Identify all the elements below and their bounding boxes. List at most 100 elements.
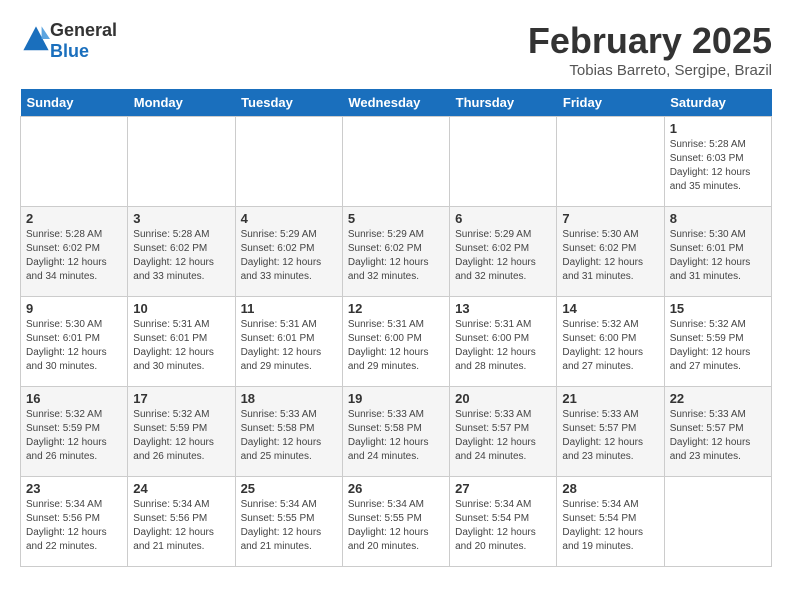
- day-info: Sunrise: 5:28 AM Sunset: 6:02 PM Dayligh…: [26, 228, 122, 284]
- day-info: Sunrise: 5:31 AM Sunset: 6:01 PM Dayligh…: [241, 318, 337, 374]
- calendar-cell: 6 Sunrise: 5:29 AM Sunset: 6:02 PM Daylig…: [450, 207, 557, 297]
- calendar-cell: 14 Sunrise: 5:32 AM Sunset: 6:00 PM Dayli…: [557, 297, 664, 387]
- day-info: Sunrise: 5:28 AM Sunset: 6:03 PM Dayligh…: [670, 138, 766, 194]
- day-number: 12: [348, 301, 444, 316]
- day-number: 27: [455, 481, 551, 496]
- calendar-cell: 17 Sunrise: 5:32 AM Sunset: 5:59 PM Dayli…: [128, 387, 235, 477]
- day-info: Sunrise: 5:34 AM Sunset: 5:55 PM Dayligh…: [348, 498, 444, 554]
- logo-icon: [22, 25, 50, 53]
- calendar-cell: 19 Sunrise: 5:33 AM Sunset: 5:58 PM Dayli…: [342, 387, 449, 477]
- calendar-cell: [21, 117, 128, 207]
- day-number: 9: [26, 301, 122, 316]
- calendar-cell: 8 Sunrise: 5:30 AM Sunset: 6:01 PM Daylig…: [664, 207, 771, 297]
- calendar-cell: 13 Sunrise: 5:31 AM Sunset: 6:00 PM Dayli…: [450, 297, 557, 387]
- title-area: February 2025 Tobias Barreto, Sergipe, B…: [528, 20, 772, 79]
- day-info: Sunrise: 5:31 AM Sunset: 6:00 PM Dayligh…: [455, 318, 551, 374]
- day-number: 26: [348, 481, 444, 496]
- calendar-table: SundayMondayTuesdayWednesdayThursdayFrid…: [20, 89, 772, 567]
- day-info: Sunrise: 5:32 AM Sunset: 5:59 PM Dayligh…: [670, 318, 766, 374]
- calendar-cell: 7 Sunrise: 5:30 AM Sunset: 6:02 PM Daylig…: [557, 207, 664, 297]
- day-number: 25: [241, 481, 337, 496]
- day-info: Sunrise: 5:34 AM Sunset: 5:54 PM Dayligh…: [562, 498, 658, 554]
- day-number: 16: [26, 391, 122, 406]
- day-number: 15: [670, 301, 766, 316]
- day-number: 6: [455, 211, 551, 226]
- weekday-header-thursday: Thursday: [450, 89, 557, 117]
- calendar-cell: [235, 117, 342, 207]
- calendar-week-row: 2Sunrise: 5:28 AM Sunset: 6:02 PM Daylig…: [21, 207, 772, 297]
- calendar-cell: 2Sunrise: 5:28 AM Sunset: 6:02 PM Daylig…: [21, 207, 128, 297]
- day-info: Sunrise: 5:29 AM Sunset: 6:02 PM Dayligh…: [241, 228, 337, 284]
- weekday-header-sunday: Sunday: [21, 89, 128, 117]
- day-number: 23: [26, 481, 122, 496]
- calendar-cell: 25 Sunrise: 5:34 AM Sunset: 5:55 PM Dayli…: [235, 477, 342, 567]
- calendar-cell: 11 Sunrise: 5:31 AM Sunset: 6:01 PM Dayli…: [235, 297, 342, 387]
- day-number: 20: [455, 391, 551, 406]
- day-number: 14: [562, 301, 658, 316]
- day-info: Sunrise: 5:33 AM Sunset: 5:57 PM Dayligh…: [455, 408, 551, 464]
- day-info: Sunrise: 5:32 AM Sunset: 5:59 PM Dayligh…: [26, 408, 122, 464]
- logo-blue: Blue: [50, 41, 117, 62]
- day-info: Sunrise: 5:33 AM Sunset: 5:58 PM Dayligh…: [348, 408, 444, 464]
- calendar-cell: 16 Sunrise: 5:32 AM Sunset: 5:59 PM Dayli…: [21, 387, 128, 477]
- calendar-cell: 18Sunrise: 5:33 AM Sunset: 5:58 PM Dayli…: [235, 387, 342, 477]
- day-info: Sunrise: 5:34 AM Sunset: 5:55 PM Dayligh…: [241, 498, 337, 554]
- calendar-cell: [342, 117, 449, 207]
- day-number: 22: [670, 391, 766, 406]
- day-info: Sunrise: 5:29 AM Sunset: 6:02 PM Dayligh…: [455, 228, 551, 284]
- calendar-cell: 23 Sunrise: 5:34 AM Sunset: 5:56 PM Dayli…: [21, 477, 128, 567]
- calendar-cell: 12Sunrise: 5:31 AM Sunset: 6:00 PM Dayli…: [342, 297, 449, 387]
- calendar-cell: [664, 477, 771, 567]
- day-info: Sunrise: 5:30 AM Sunset: 6:01 PM Dayligh…: [26, 318, 122, 374]
- calendar-cell: [128, 117, 235, 207]
- logo-general: General: [50, 20, 117, 41]
- day-info: Sunrise: 5:34 AM Sunset: 5:56 PM Dayligh…: [133, 498, 229, 554]
- weekday-header-row: SundayMondayTuesdayWednesdayThursdayFrid…: [21, 89, 772, 117]
- day-info: Sunrise: 5:33 AM Sunset: 5:58 PM Dayligh…: [241, 408, 337, 464]
- calendar-cell: 1 Sunrise: 5:28 AM Sunset: 6:03 PM Daylig…: [664, 117, 771, 207]
- month-year: February 2025: [528, 20, 772, 62]
- day-number: 13: [455, 301, 551, 316]
- day-info: Sunrise: 5:30 AM Sunset: 6:02 PM Dayligh…: [562, 228, 658, 284]
- calendar-week-row: 16 Sunrise: 5:32 AM Sunset: 5:59 PM Dayli…: [21, 387, 772, 477]
- day-number: 8: [670, 211, 766, 226]
- day-info: Sunrise: 5:32 AM Sunset: 5:59 PM Dayligh…: [133, 408, 229, 464]
- location: Tobias Barreto, Sergipe, Brazil: [528, 62, 772, 79]
- logo: General Blue: [20, 20, 117, 62]
- day-info: Sunrise: 5:28 AM Sunset: 6:02 PM Dayligh…: [133, 228, 229, 284]
- day-number: 7: [562, 211, 658, 226]
- calendar-week-row: 1 Sunrise: 5:28 AM Sunset: 6:03 PM Daylig…: [21, 117, 772, 207]
- day-info: Sunrise: 5:34 AM Sunset: 5:56 PM Dayligh…: [26, 498, 122, 554]
- day-number: 21: [562, 391, 658, 406]
- day-number: 28: [562, 481, 658, 496]
- calendar-cell: 10Sunrise: 5:31 AM Sunset: 6:01 PM Dayli…: [128, 297, 235, 387]
- calendar-cell: [450, 117, 557, 207]
- day-info: Sunrise: 5:29 AM Sunset: 6:02 PM Dayligh…: [348, 228, 444, 284]
- calendar-week-row: 9 Sunrise: 5:30 AM Sunset: 6:01 PM Daylig…: [21, 297, 772, 387]
- calendar-cell: 26 Sunrise: 5:34 AM Sunset: 5:55 PM Dayli…: [342, 477, 449, 567]
- day-number: 17: [133, 391, 229, 406]
- calendar-cell: 15 Sunrise: 5:32 AM Sunset: 5:59 PM Dayli…: [664, 297, 771, 387]
- day-number: 1: [670, 121, 766, 136]
- weekday-header-friday: Friday: [557, 89, 664, 117]
- calendar-cell: 3 Sunrise: 5:28 AM Sunset: 6:02 PM Daylig…: [128, 207, 235, 297]
- day-info: Sunrise: 5:33 AM Sunset: 5:57 PM Dayligh…: [562, 408, 658, 464]
- calendar-cell: 21 Sunrise: 5:33 AM Sunset: 5:57 PM Dayli…: [557, 387, 664, 477]
- day-number: 3: [133, 211, 229, 226]
- calendar-cell: 24Sunrise: 5:34 AM Sunset: 5:56 PM Dayli…: [128, 477, 235, 567]
- day-number: 11: [241, 301, 337, 316]
- day-number: 19: [348, 391, 444, 406]
- day-info: Sunrise: 5:32 AM Sunset: 6:00 PM Dayligh…: [562, 318, 658, 374]
- calendar-cell: 5Sunrise: 5:29 AM Sunset: 6:02 PM Daylig…: [342, 207, 449, 297]
- weekday-header-saturday: Saturday: [664, 89, 771, 117]
- calendar-week-row: 23 Sunrise: 5:34 AM Sunset: 5:56 PM Dayli…: [21, 477, 772, 567]
- day-info: Sunrise: 5:31 AM Sunset: 6:01 PM Dayligh…: [133, 318, 229, 374]
- calendar-cell: 4Sunrise: 5:29 AM Sunset: 6:02 PM Daylig…: [235, 207, 342, 297]
- day-info: Sunrise: 5:30 AM Sunset: 6:01 PM Dayligh…: [670, 228, 766, 284]
- calendar-cell: 28 Sunrise: 5:34 AM Sunset: 5:54 PM Dayli…: [557, 477, 664, 567]
- day-info: Sunrise: 5:34 AM Sunset: 5:54 PM Dayligh…: [455, 498, 551, 554]
- page-header: General Blue February 2025 Tobias Barret…: [20, 20, 772, 79]
- weekday-header-tuesday: Tuesday: [235, 89, 342, 117]
- weekday-header-wednesday: Wednesday: [342, 89, 449, 117]
- calendar-cell: 20 Sunrise: 5:33 AM Sunset: 5:57 PM Dayli…: [450, 387, 557, 477]
